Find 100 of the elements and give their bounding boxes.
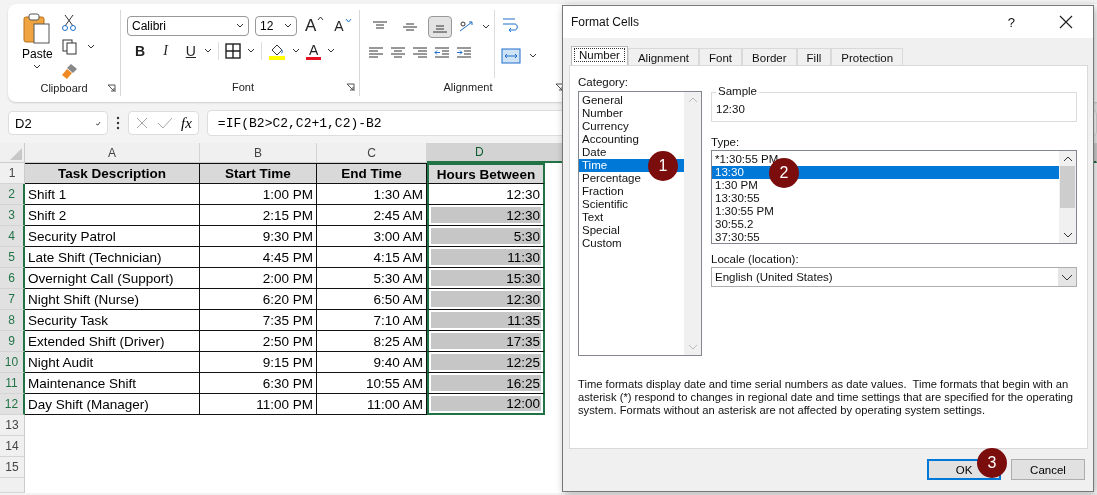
bottom-align-button[interactable] — [428, 16, 452, 38]
type-item[interactable]: 30:55.2 — [712, 218, 1059, 231]
align-icon — [402, 20, 418, 34]
borders-icon[interactable] — [224, 43, 241, 59]
dialog-launcher-icon[interactable] — [346, 82, 355, 92]
table-cell: Night Audit — [25, 352, 200, 373]
row-header[interactable]: 1 — [0, 163, 25, 184]
row-header[interactable]: 4 — [0, 226, 25, 247]
row-header[interactable]: 15 — [0, 457, 25, 478]
type-item[interactable]: 13:30:55 — [712, 192, 1059, 205]
category-item[interactable]: Accounting — [579, 133, 684, 146]
table-cell: Shift 2 — [25, 205, 200, 226]
type-item[interactable]: 1:30 PM — [712, 179, 1059, 192]
scissors-icon[interactable] — [60, 14, 77, 32]
step-badge: 3 — [977, 448, 1007, 478]
row-header[interactable]: 10 — [0, 352, 25, 373]
row-header[interactable]: 3 — [0, 205, 25, 226]
dialog-launcher-icon[interactable] — [107, 83, 116, 93]
align-left-icon[interactable] — [368, 46, 384, 60]
column-header[interactable]: B — [200, 143, 317, 163]
locale-label: Locale (location): — [711, 253, 800, 265]
dialog-tab[interactable]: Number — [571, 46, 628, 65]
align-center-icon[interactable] — [390, 46, 406, 60]
row-header[interactable]: 11 — [0, 373, 25, 394]
type-item[interactable]: 37:30:55 — [712, 231, 1059, 244]
column-header[interactable]: C — [317, 143, 427, 163]
underline-button[interactable]: U — [183, 43, 198, 59]
help-button[interactable]: ? — [1007, 14, 1015, 30]
font-name-dropdown[interactable]: Calibri — [127, 16, 249, 36]
table-cell: 6:20 PM — [200, 289, 317, 310]
category-item[interactable]: Custom — [579, 237, 684, 250]
group-label: Alignment — [443, 81, 493, 93]
table-cell: 12:00 — [427, 394, 545, 415]
row-header[interactable]: 6 — [0, 268, 25, 289]
table-cell: 6:30 PM — [200, 373, 317, 394]
column-header[interactable]: A — [25, 143, 200, 163]
table-cell: Night Shift (Nurse) — [25, 289, 200, 310]
row-header[interactable]: 8 — [0, 310, 25, 331]
type-item[interactable]: 1:30:55 PM — [712, 205, 1059, 218]
description-text: Time formats display date and time serial numbers as date values. Time formats that begin with an asterisk (*) respond to changes in regional date and time settings that are specified for the operating system. Formats without an asterisk are not affected by operating system settings. — [578, 378, 1075, 417]
font-color-button[interactable]: A — [305, 42, 322, 60]
bold-button[interactable]: B — [133, 43, 148, 59]
decrease-indent-icon[interactable] — [434, 46, 450, 60]
table-cell: 16:25 — [427, 373, 545, 394]
table-cell: 12:30 — [427, 289, 545, 310]
category-item[interactable]: Special — [579, 224, 684, 237]
insert-function-button[interactable]: fx — [181, 114, 192, 132]
font-size-dropdown[interactable]: 12 — [255, 16, 297, 36]
category-item[interactable]: Currency — [579, 120, 684, 133]
dialog-title: Format Cells — [571, 15, 640, 29]
category-label: Category: — [578, 76, 629, 88]
table-cell: 12:25 — [427, 352, 545, 373]
row-header[interactable]: 5 — [0, 247, 25, 268]
category-item[interactable]: Scientific — [579, 198, 684, 211]
paste-button[interactable]: Paste — [8, 10, 61, 80]
type-label: Type: — [711, 136, 741, 148]
fill-color-icon[interactable] — [267, 42, 286, 60]
cancel-icon[interactable] — [135, 116, 149, 130]
dialog-tab[interactable]: Protection — [831, 48, 904, 65]
scroll-down-icon[interactable] — [1062, 232, 1073, 238]
row-header[interactable]: 7 — [0, 289, 25, 310]
dialog-tab[interactable]: Fill — [796, 48, 832, 65]
scroll-up-icon[interactable] — [1062, 156, 1073, 162]
table-cell: 12:30 — [427, 184, 545, 205]
wrap-text-icon[interactable] — [501, 16, 519, 34]
name-box[interactable]: D2 — [8, 111, 108, 135]
cancel-button[interactable]: Cancel — [1011, 459, 1085, 480]
sample-value: 12:30 — [716, 103, 745, 115]
row-header[interactable]: 14 — [0, 436, 25, 457]
category-item[interactable]: General — [579, 94, 684, 107]
category-item[interactable]: Number — [579, 107, 684, 120]
scroll-thumb[interactable] — [1060, 166, 1075, 208]
dialog-tab[interactable]: Alignment — [627, 48, 700, 65]
type-item[interactable]: *1:30:55 PM — [712, 153, 1059, 166]
category-item[interactable]: Fraction — [579, 185, 684, 198]
category-item[interactable]: Text — [579, 211, 684, 224]
merge-center-icon[interactable] — [501, 48, 521, 64]
italic-button[interactable]: I — [161, 43, 170, 59]
align-right-icon[interactable] — [412, 46, 428, 60]
grow-font-button[interactable]: A — [303, 16, 327, 36]
increase-indent-icon[interactable] — [456, 46, 472, 60]
row-header[interactable]: 2 — [0, 184, 25, 205]
table-cell: 9:30 PM — [200, 226, 317, 247]
table-cell: 2:00 PM — [200, 268, 317, 289]
dialog-launcher-icon[interactable] — [555, 82, 564, 92]
row-header[interactable]: 13 — [0, 415, 25, 436]
locale-dropdown[interactable]: English (United States) — [711, 267, 1077, 287]
table-cell: 4:45 PM — [200, 247, 317, 268]
row-header[interactable]: 9 — [0, 331, 25, 352]
clipboard-icon — [22, 12, 53, 44]
dialog-tab[interactable]: Font — [699, 48, 743, 65]
more-icon[interactable] — [116, 116, 120, 130]
dialog-tab[interactable]: Border — [742, 48, 797, 65]
row-header[interactable]: 12 — [0, 394, 25, 415]
check-icon[interactable] — [157, 116, 173, 130]
close-icon[interactable] — [1059, 15, 1073, 29]
shrink-font-button[interactable]: A — [332, 18, 354, 34]
copy-icon[interactable] — [60, 38, 79, 56]
scrollbar[interactable] — [1059, 151, 1076, 243]
brush-icon[interactable] — [60, 62, 79, 80]
